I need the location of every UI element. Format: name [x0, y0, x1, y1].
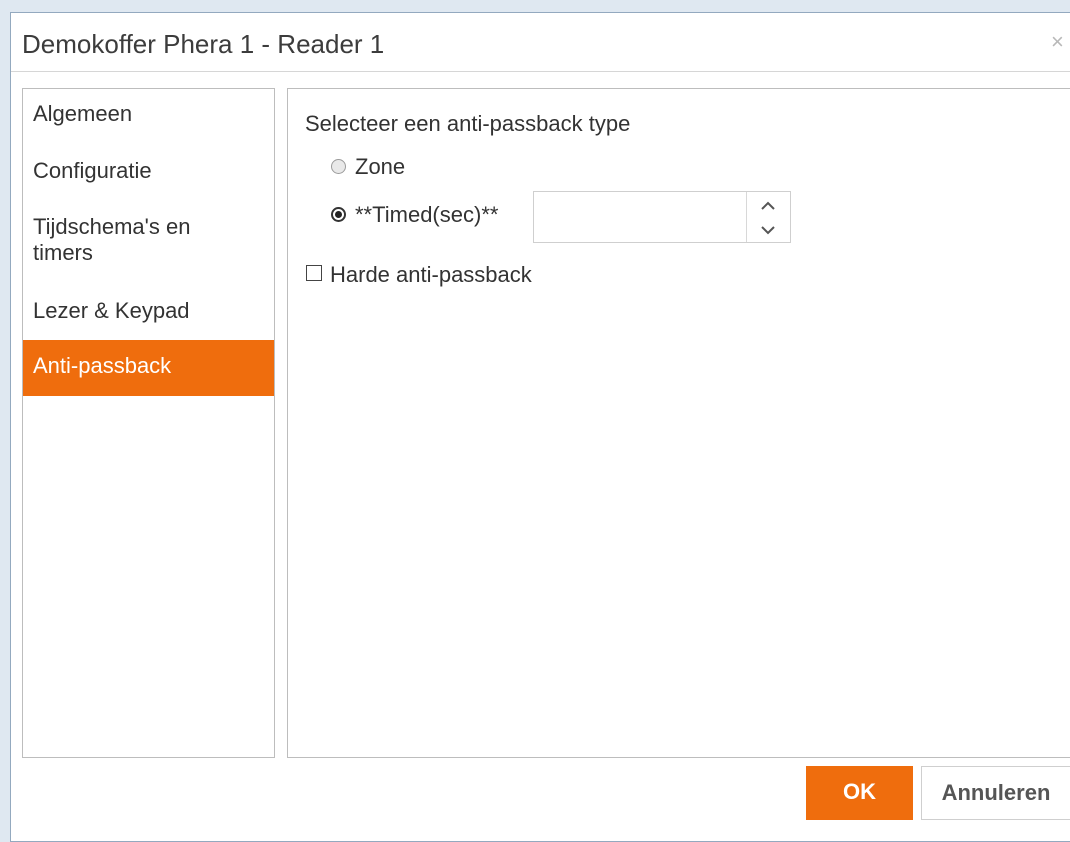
dialog-window: Demokoffer Phera 1 - Reader 1 × Algemeen… — [10, 12, 1070, 842]
close-icon[interactable]: × — [1051, 29, 1064, 55]
anti-passback-panel: Selecteer een anti-passback type Zone **… — [287, 88, 1070, 758]
settings-sidebar: Algemeen Configuratie Tijdschema's en ti… — [22, 88, 275, 758]
anti-passback-type-heading: Selecteer een anti-passback type — [305, 111, 631, 136]
timed-radio[interactable] — [331, 207, 346, 222]
timed-radio-label[interactable]: **Timed(sec)** — [355, 202, 498, 228]
zone-radio[interactable] — [331, 159, 346, 174]
sidebar-item-lezer-keypad[interactable]: Lezer & Keypad — [23, 298, 274, 324]
decrement-chevron-down-icon[interactable] — [756, 219, 780, 241]
hard-anti-passback-label[interactable]: Harde anti-passback — [330, 262, 532, 288]
zone-radio-label[interactable]: Zone — [355, 154, 405, 180]
increment-chevron-up-icon[interactable] — [756, 195, 780, 217]
ok-button[interactable]: OK — [806, 766, 913, 820]
title-divider — [11, 71, 1070, 72]
timed-seconds-stepper[interactable] — [533, 191, 791, 243]
stepper-divider — [746, 192, 747, 242]
sidebar-item-configuratie[interactable]: Configuratie — [23, 158, 274, 184]
hard-anti-passback-checkbox[interactable] — [306, 265, 322, 281]
sidebar-item-tijdschemas[interactable]: Tijdschema's en timers — [23, 214, 223, 266]
sidebar-item-algemeen[interactable]: Algemeen — [23, 101, 274, 127]
cancel-button[interactable]: Annuleren — [921, 766, 1070, 820]
dialog-title: Demokoffer Phera 1 - Reader 1 — [22, 29, 385, 59]
sidebar-item-anti-passback[interactable]: Anti-passback — [23, 340, 274, 396]
